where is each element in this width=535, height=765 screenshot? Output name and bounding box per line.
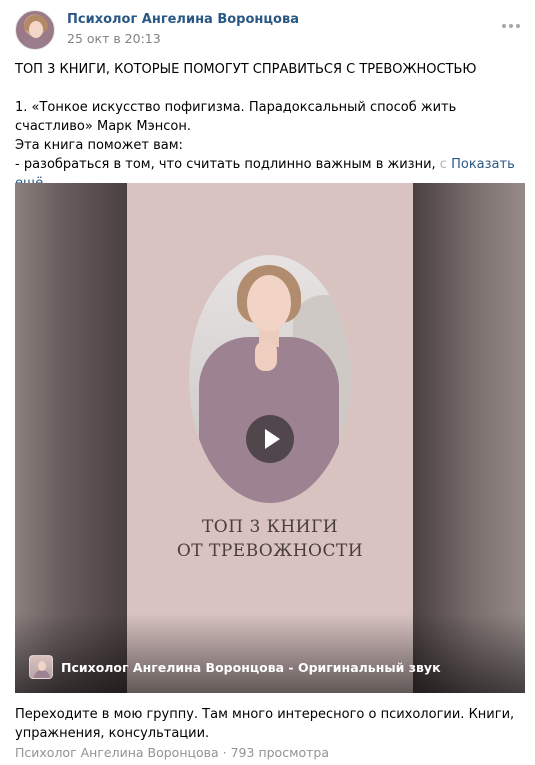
helps-line: Эта книга поможет вам: [15, 138, 183, 153]
video-title-line1: ТОП 3 КНИГИ [201, 517, 339, 537]
video-shade [15, 613, 525, 693]
book-line: 1. «Тонкое искусство пофигизма. Парадокс… [15, 100, 457, 134]
post-date[interactable]: 25 окт в 20:13 [67, 31, 161, 46]
post-text: ТОП 3 КНИГИ, КОТОРЫЕ ПОМОГУТ СПРАВИТЬСЯ … [15, 60, 520, 193]
video-portrait [189, 255, 351, 503]
play-icon[interactable] [246, 415, 294, 463]
video-source-link[interactable]: Психолог Ангелина Воронцова [15, 745, 219, 760]
bullet-faded-text: с [435, 157, 447, 172]
meta-separator: · [218, 745, 231, 760]
caption-avatar [29, 655, 53, 679]
video-meta: Психолог Ангелина Воронцова · 793 просмо… [15, 745, 329, 760]
bullet-text: - разобраться в том, что считать подлинн… [15, 157, 436, 172]
video-title: ТОП 3 КНИГИ ОТ ТРЕВОЖНОСТИ [127, 515, 413, 563]
more-options-icon[interactable] [502, 24, 520, 30]
caption-text: Психолог Ангелина Воронцова - Оригинальн… [61, 659, 441, 675]
author-avatar[interactable] [15, 10, 55, 50]
video-title-line2: ОТ ТРЕВОЖНОСТИ [176, 541, 364, 561]
video-caption[interactable]: Психолог Ангелина Воронцова - Оригинальн… [29, 654, 441, 680]
author-name[interactable]: Психолог Ангелина Воронцова [67, 12, 299, 27]
video-description: Переходите в мою группу. Там много интер… [15, 707, 515, 741]
post-header: Психолог Ангелина Воронцова 25 окт в 20:… [15, 10, 520, 52]
video-player[interactable]: ТОП 3 КНИГИ ОТ ТРЕВОЖНОСТИ Психолог Анге… [15, 183, 525, 693]
post-title: ТОП 3 КНИГИ, КОТОРЫЕ ПОМОГУТ СПРАВИТЬСЯ … [15, 62, 477, 77]
view-count: 793 просмотра [230, 745, 330, 760]
